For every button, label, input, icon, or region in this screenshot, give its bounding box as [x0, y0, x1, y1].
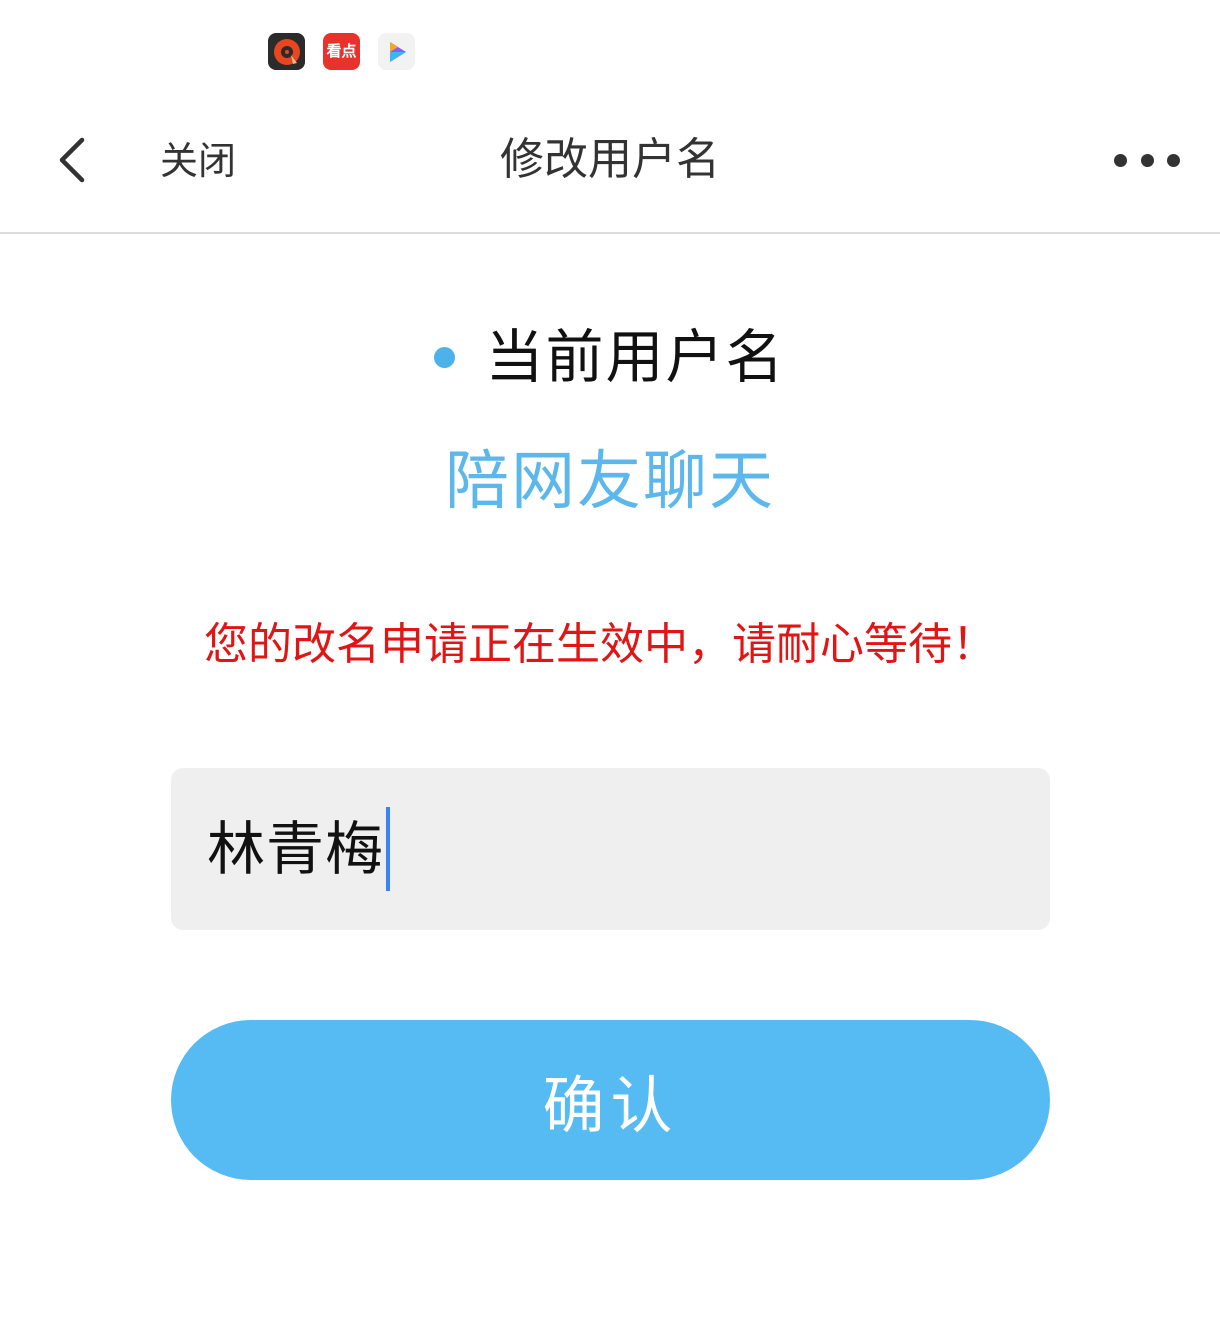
more-dots-icon[interactable]: [1114, 144, 1180, 176]
bullet-dot-icon: [434, 346, 456, 368]
current-username-value: 陪网友聊天: [445, 445, 775, 519]
nav-bar: 关闭 修改用户名: [0, 100, 1220, 234]
music-player-icon: [268, 33, 305, 70]
more-dot: [1167, 153, 1180, 167]
video-player-icon: [378, 33, 415, 70]
section-heading-label: 当前用户名: [485, 323, 786, 391]
more-dot: [1114, 153, 1127, 167]
status-bar-app-icons: 看点: [268, 33, 415, 70]
current-username-heading: 当前用户名: [0, 322, 1220, 392]
new-username-input-value: 林青梅: [207, 815, 385, 883]
page-title: 修改用户名: [500, 134, 720, 185]
text-caret: [386, 807, 391, 891]
more-dot: [1140, 153, 1154, 167]
rename-pending-notice: 您的改名申请正在生效中，请耐心等待！: [204, 619, 996, 670]
confirm-button[interactable]: 确认: [171, 1020, 1050, 1180]
kandian-app-label: 看点: [326, 42, 357, 60]
new-username-input[interactable]: 林青梅: [171, 768, 1050, 930]
kandian-app-icon: 看点: [323, 33, 360, 70]
